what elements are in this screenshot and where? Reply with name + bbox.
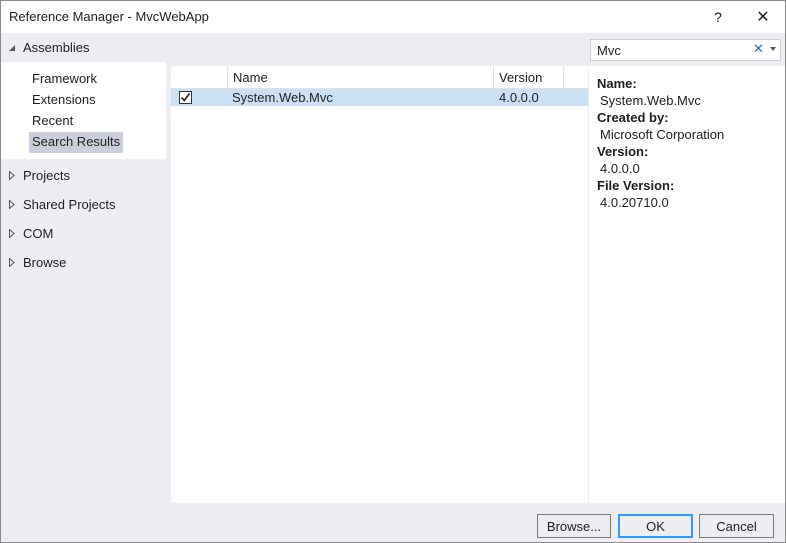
category-tree: Assemblies Framework Extensions Recent S… (1, 33, 170, 503)
detail-version-value: 4.0.0.0 (600, 161, 640, 176)
detail-created-by-label: Created by: (597, 110, 669, 125)
tree-group-projects[interactable]: Projects (1, 161, 170, 190)
help-button[interactable]: ? (703, 1, 733, 33)
cancel-button[interactable]: Cancel (699, 514, 774, 538)
tree-group-com[interactable]: COM (1, 219, 170, 248)
expand-triangle-icon (1, 258, 23, 267)
tree-group-browse[interactable]: Browse (1, 248, 170, 277)
details-pane: Name: System.Web.Mvc Created by: Microso… (589, 66, 785, 503)
collapse-triangle-icon (1, 44, 23, 52)
detail-name-label: Name: (597, 76, 637, 91)
clear-icon[interactable]: ✕ (753, 41, 764, 57)
row-version: 4.0.0.0 (499, 90, 539, 105)
tree-group-assemblies[interactable]: Assemblies (1, 33, 170, 62)
detail-file-version-label: File Version: (597, 178, 675, 193)
column-header-check[interactable] (171, 66, 228, 89)
expand-triangle-icon (1, 171, 23, 180)
ok-button[interactable]: OK (618, 514, 693, 538)
row-name: System.Web.Mvc (232, 90, 333, 105)
column-header-version[interactable]: Version (494, 66, 564, 89)
chevron-down-icon[interactable] (770, 47, 776, 51)
expand-triangle-icon (1, 229, 23, 238)
detail-name-value: System.Web.Mvc (600, 93, 701, 108)
tree-item-extensions[interactable]: Extensions (29, 90, 99, 111)
search-input[interactable]: Mvc ✕ (590, 39, 781, 61)
expand-triangle-icon (1, 200, 23, 209)
tree-group-label: COM (23, 226, 54, 241)
window-title: Reference Manager - MvcWebApp (9, 9, 209, 24)
search-input-value: Mvc (597, 43, 621, 58)
column-header-name[interactable]: Name (228, 66, 494, 89)
checkbox-checked-icon[interactable] (179, 91, 192, 104)
tree-item-search-results[interactable]: Search Results (29, 132, 124, 153)
table-row[interactable]: System.Web.Mvc 4.0.0.0 (171, 89, 588, 106)
tree-group-label: Projects (23, 168, 70, 183)
browse-button[interactable]: Browse... (537, 514, 611, 538)
close-button[interactable]: ✕ (748, 1, 778, 33)
tree-item-framework[interactable]: Framework (29, 69, 100, 90)
tree-item-recent[interactable]: Recent (29, 111, 76, 132)
grid-header: Name Version (171, 66, 588, 89)
detail-created-by-value: Microsoft Corporation (600, 127, 725, 142)
results-grid: Name Version System.Web.Mvc 4.0.0.0 (171, 66, 588, 503)
tree-group-label: Browse (23, 255, 67, 270)
tree-group-shared-projects[interactable]: Shared Projects (1, 190, 170, 219)
tree-group-label: Shared Projects (23, 197, 116, 212)
title-bar: Reference Manager - MvcWebApp ? ✕ (1, 1, 785, 33)
detail-file-version-value: 4.0.20710.0 (600, 195, 669, 210)
reference-manager-dialog: Reference Manager - MvcWebApp ? ✕ Assemb… (0, 0, 786, 543)
assemblies-subitems: Framework Extensions Recent Search Resul… (1, 62, 166, 159)
tree-group-label: Assemblies (23, 40, 90, 55)
detail-version-label: Version: (597, 144, 649, 159)
